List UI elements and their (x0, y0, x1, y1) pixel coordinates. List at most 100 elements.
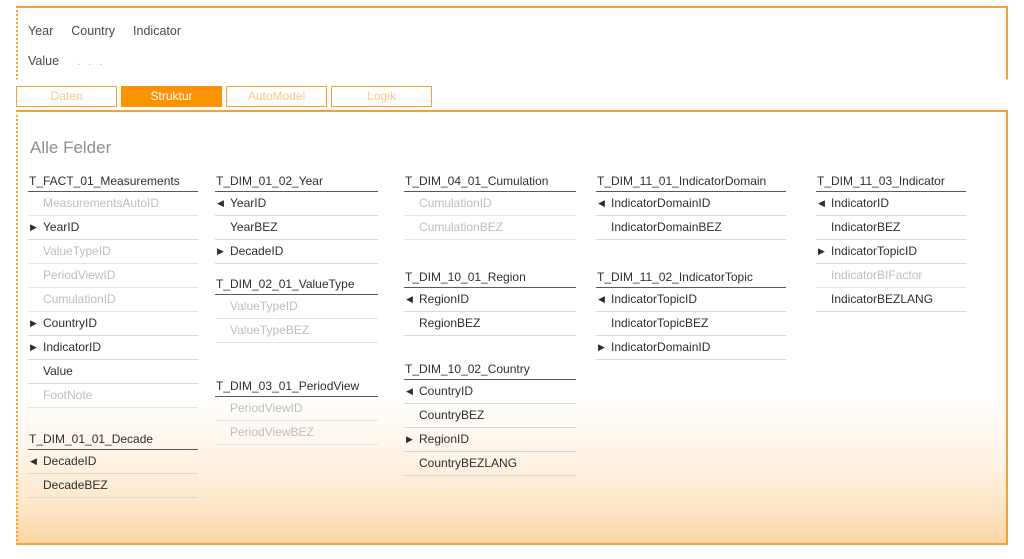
field-label: IndicatorDomainID (611, 196, 711, 210)
field-row[interactable]: IndicatorBEZLANG (816, 288, 966, 312)
field-row[interactable]: MeasurementsAutoID (28, 192, 198, 216)
field-row[interactable]: ValueTypeBEZ (215, 319, 378, 343)
field-row[interactable]: IndicatorBEZ (816, 216, 966, 240)
field-label: IndicatorTopicBEZ (611, 316, 709, 330)
table-name[interactable]: T_DIM_02_01_ValueType (215, 277, 378, 295)
foreign-key-triangle-icon: ▶ (598, 342, 605, 352)
field-row[interactable]: ▶ CountryID (28, 312, 198, 336)
table-name[interactable]: T_DIM_04_01_Cumulation (404, 174, 576, 192)
primary-key-triangle-icon: ◀ (217, 198, 224, 208)
field-row[interactable]: PeriodViewID (28, 264, 198, 288)
filter-row-dimensions: Year Country Indicator (28, 24, 181, 38)
field-row[interactable]: Value (28, 360, 198, 384)
table-block-T_FACT_01_Measurements: T_FACT_01_Measurements MeasurementsAutoID… (28, 174, 198, 408)
foreign-key-triangle-icon: ▶ (30, 342, 37, 352)
field-row[interactable]: ▶ DecadeID (215, 240, 378, 264)
field-label: PeriodViewBEZ (230, 425, 314, 439)
tab-struktur[interactable]: Struktur (121, 86, 222, 107)
structure-panel: Alle Felder T_FACT_01_Measurements Measur… (16, 110, 1008, 545)
table-name[interactable]: T_DIM_10_02_Country (404, 362, 576, 380)
field-row[interactable]: DecadeBEZ (28, 474, 198, 498)
table-name[interactable]: T_DIM_03_01_PeriodView (215, 379, 378, 397)
field-row[interactable]: IndicatorBIFactor (816, 264, 966, 288)
foreign-key-triangle-icon: ▶ (818, 246, 825, 256)
field-label: CountryID (419, 384, 474, 398)
tab-logik[interactable]: Logik (331, 86, 432, 107)
table-name[interactable]: T_DIM_10_01_Region (404, 270, 576, 288)
field-row[interactable]: ValueTypeID (28, 240, 198, 264)
field-row[interactable]: ▶ IndicatorID (28, 336, 198, 360)
field-row[interactable]: IndicatorDomainBEZ (596, 216, 786, 240)
tab-automodel[interactable]: AutoModel (226, 86, 327, 107)
field-label: RegionBEZ (419, 316, 481, 330)
field-row[interactable]: ◀ DecadeID (28, 450, 198, 474)
foreign-key-triangle-icon: ▶ (30, 318, 37, 328)
field-row[interactable]: RegionBEZ (404, 312, 576, 336)
field-row[interactable]: ▶ IndicatorDomainID (596, 336, 786, 360)
field-row[interactable]: ◀ IndicatorID (816, 192, 966, 216)
table-name[interactable]: T_DIM_11_02_IndicatorTopic (596, 270, 786, 288)
primary-key-triangle-icon: ◀ (598, 198, 605, 208)
primary-key-triangle-icon: ◀ (818, 198, 825, 208)
field-row[interactable]: YearBEZ (215, 216, 378, 240)
table-name[interactable]: T_DIM_11_01_IndicatorDomain (596, 174, 786, 192)
primary-key-triangle-icon: ◀ (406, 294, 413, 304)
field-label: IndicatorBEZLANG (831, 292, 934, 306)
field-row[interactable]: FootNote (28, 384, 198, 408)
filter-chip-year[interactable]: Year (28, 24, 53, 38)
field-label: RegionID (419, 432, 470, 446)
field-row[interactable]: CumulationBEZ (404, 216, 576, 240)
field-label: PeriodViewID (43, 268, 116, 282)
field-row[interactable]: CumulationID (404, 192, 576, 216)
field-label: PeriodViewID (230, 401, 303, 415)
table-block-T_DIM_10_01_Region: T_DIM_10_01_Region ◀ RegionID RegionBEZ (404, 270, 576, 336)
table-name[interactable]: T_DIM_01_01_Decade (28, 432, 198, 450)
field-row[interactable]: CountryBEZLANG (404, 452, 576, 476)
table-block-T_DIM_04_01_Cumulation: T_DIM_04_01_Cumulation CumulationID Cumula… (404, 174, 576, 240)
field-row[interactable]: CumulationID (28, 288, 198, 312)
field-label: YearBEZ (230, 220, 278, 234)
primary-key-triangle-icon: ◀ (598, 294, 605, 304)
tab-daten[interactable]: Daten (16, 86, 117, 107)
field-label: CumulationBEZ (419, 220, 504, 234)
filter-chip-indicator[interactable]: Indicator (133, 24, 181, 38)
filter-chip-country[interactable]: Country (71, 24, 115, 38)
table-name[interactable]: T_DIM_01_02_Year (215, 174, 378, 192)
field-row[interactable]: ▶ YearID (28, 216, 198, 240)
field-row[interactable]: ▶ IndicatorTopicID (816, 240, 966, 264)
field-row[interactable]: ValueTypeID (215, 295, 378, 319)
tab-strip: Daten Struktur AutoModel Logik (16, 86, 432, 107)
field-label: YearID (230, 196, 267, 210)
field-row[interactable]: ◀ YearID (215, 192, 378, 216)
field-label: CountryBEZ (419, 408, 485, 422)
field-row[interactable]: PeriodViewBEZ (215, 421, 378, 445)
field-label: CountryID (43, 316, 98, 330)
primary-key-triangle-icon: ◀ (406, 386, 413, 396)
field-row[interactable]: ◀ CountryID (404, 380, 576, 404)
field-label: IndicatorTopicID (611, 292, 698, 306)
primary-key-triangle-icon: ◀ (30, 456, 37, 466)
table-name[interactable]: T_FACT_01_Measurements (28, 174, 198, 192)
field-label: ValueTypeID (230, 299, 298, 313)
field-row[interactable]: ◀ IndicatorDomainID (596, 192, 786, 216)
field-row[interactable]: PeriodViewID (215, 397, 378, 421)
field-label: ValueTypeID (43, 244, 111, 258)
filter-row-measures: Value . . . (28, 54, 104, 68)
field-label: CumulationID (419, 196, 492, 210)
table-name[interactable]: T_DIM_11_03_Indicator (816, 174, 966, 192)
field-label: MeasurementsAutoID (43, 196, 160, 210)
field-label: DecadeID (230, 244, 284, 258)
field-label: IndicatorID (43, 340, 102, 354)
field-row[interactable]: ◀ RegionID (404, 288, 576, 312)
field-label: IndicatorDomainBEZ (611, 220, 722, 234)
table-block-T_DIM_10_02_Country: T_DIM_10_02_Country ◀ CountryID CountryBEZ ▶… (404, 362, 576, 476)
field-row[interactable]: CountryBEZ (404, 404, 576, 428)
filter-chip-value[interactable]: Value (28, 54, 59, 68)
table-block-T_DIM_01_02_Year: T_DIM_01_02_Year ◀ YearID YearBEZ ▶ DecadeID (215, 174, 378, 264)
table-block-T_DIM_01_01_Decade: T_DIM_01_01_Decade ◀ DecadeID DecadeBEZ (28, 432, 198, 498)
field-row[interactable]: IndicatorTopicBEZ (596, 312, 786, 336)
filter-more-ellipsis[interactable]: . . . (77, 54, 104, 68)
field-row[interactable]: ▶ RegionID (404, 428, 576, 452)
field-label: IndicatorBIFactor (831, 268, 923, 282)
field-row[interactable]: ◀ IndicatorTopicID (596, 288, 786, 312)
